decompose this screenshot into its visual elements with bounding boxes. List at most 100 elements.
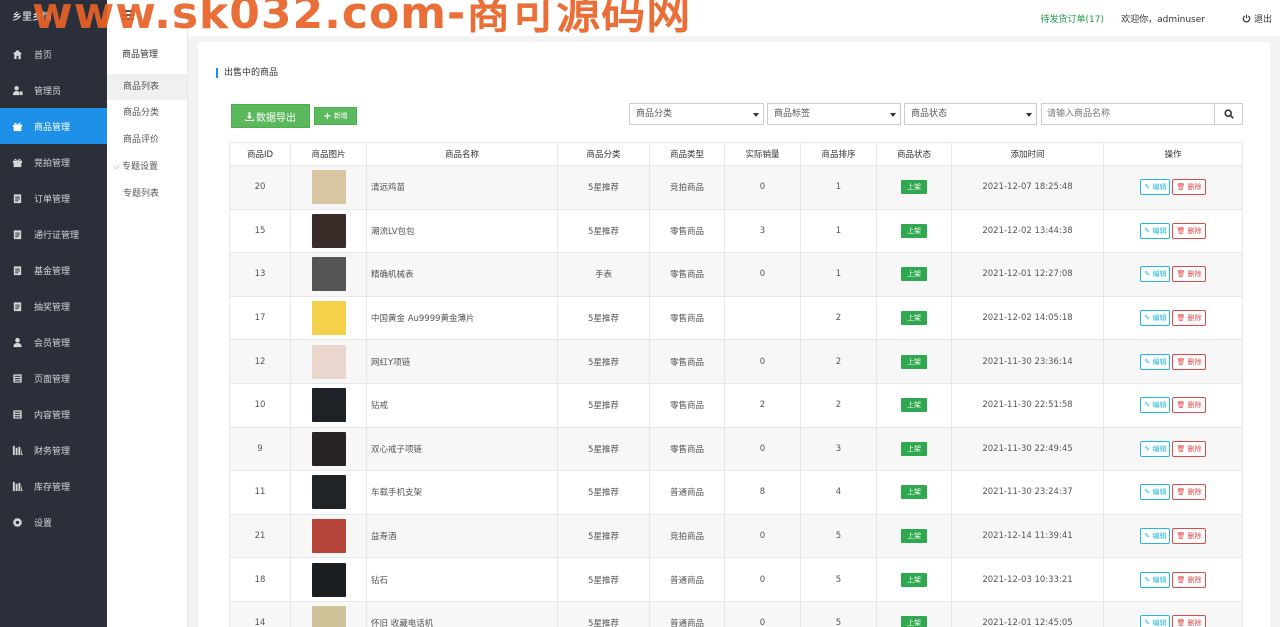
cell-time: 2021-12-02 13:44:38	[951, 208, 1104, 254]
delete-button[interactable]: 🗑 删除	[1172, 397, 1206, 414]
delete-button[interactable]: 🗑 删除	[1172, 571, 1206, 588]
delete-button[interactable]: 🗑 删除	[1172, 615, 1206, 627]
edit-button[interactable]: ✎ 编辑	[1140, 440, 1171, 457]
cell-type: 竞拍商品	[649, 165, 725, 210]
cell-status: 上架	[876, 165, 952, 210]
submenu-item-4[interactable]: 专题列表	[107, 181, 187, 207]
pencil-icon: ✎	[1144, 401, 1151, 410]
sidebar-item-label: 订单管理	[34, 194, 71, 205]
edit-button[interactable]: ✎ 编辑	[1140, 615, 1171, 627]
logout-button[interactable]: 退出	[1242, 12, 1272, 25]
bank-icon	[12, 445, 23, 456]
edit-label: 编辑	[1152, 532, 1167, 541]
submenu-item-3[interactable]: ⌵ 专题设置	[107, 154, 187, 180]
submenu-item-2[interactable]: 商品评价	[107, 127, 187, 153]
sidebar-item-4[interactable]: 订单管理	[0, 180, 107, 216]
sidebar-item-7[interactable]: 抽奖管理	[0, 288, 107, 324]
delete-button[interactable]: 🗑 删除	[1172, 222, 1206, 239]
sidebar-item-6[interactable]: 基金管理	[0, 252, 107, 288]
search-button[interactable]	[1214, 103, 1243, 125]
submenu-item-label: 商品列表	[123, 82, 160, 92]
table-row: 17 中国黄金 Au9999黄金薄片 5星推荐 零售商品 2 上架 2021-12-02 1…	[229, 295, 1243, 341]
sidebar-item-12[interactable]: 库存管理	[0, 468, 107, 504]
cell-sort: 5	[800, 600, 877, 627]
gift-icon	[12, 157, 23, 168]
edit-button[interactable]: ✎ 编辑	[1140, 266, 1171, 283]
tag-select-value: 商品标签	[774, 109, 811, 119]
sidebar-item-0[interactable]: 首页	[0, 36, 107, 72]
edit-button[interactable]: ✎ 编辑	[1140, 222, 1171, 239]
column-header: 实际销量	[724, 142, 801, 166]
cell-actions: ✎ 编辑 🗑 删除	[1103, 513, 1243, 559]
trash-icon: 🗑	[1176, 444, 1186, 453]
sidebar-item-5[interactable]: 通行证管理	[0, 216, 107, 252]
cell-name: 网红Y项链	[366, 339, 558, 384]
pencil-icon: ✎	[1144, 444, 1151, 453]
cell-name: 双心戒子项链	[366, 426, 558, 472]
edit-label: 编辑	[1152, 314, 1167, 323]
delete-label: 删除	[1187, 357, 1202, 366]
edit-button[interactable]: ✎ 编辑	[1140, 484, 1171, 501]
sidebar-item-2[interactable]: 商品管理	[0, 108, 107, 144]
export-button[interactable]: 数据导出	[231, 104, 310, 128]
pencil-icon: ✎	[1144, 357, 1151, 366]
trash-icon: 🗑	[1176, 488, 1186, 497]
sidebar-item-3[interactable]: 竞拍管理	[0, 144, 107, 180]
delete-button[interactable]: 🗑 删除	[1172, 528, 1206, 545]
cell-id: 9	[229, 426, 291, 472]
chevron-down-icon: ⌵	[113, 162, 120, 172]
submenu-item-0[interactable]: 商品列表	[107, 74, 187, 100]
sidebar-item-8[interactable]: 会员管理	[0, 324, 107, 360]
pending-orders-link[interactable]: 待发货订单(17)	[1041, 12, 1105, 25]
cell-id: 20	[229, 165, 291, 210]
sidebar-item-label: 设置	[34, 518, 53, 529]
sidebar-item-1[interactable]: 管理员	[0, 72, 107, 108]
tag-select[interactable]: 商品标签	[767, 103, 901, 125]
user-icon	[12, 337, 23, 348]
status-select[interactable]: 商品状态	[904, 103, 1037, 125]
sidebar-item-label: 管理员	[34, 86, 62, 97]
edit-button[interactable]: ✎ 编辑	[1140, 571, 1171, 588]
cell-name: 怀旧 收藏电话机	[366, 600, 558, 627]
delete-button[interactable]: 🗑 删除	[1172, 484, 1206, 501]
search-input[interactable]	[1041, 103, 1215, 125]
cell-sort: 1	[800, 252, 877, 297]
pencil-icon: ✎	[1144, 183, 1151, 192]
edit-label: 编辑	[1152, 401, 1167, 410]
clipboard-icon	[12, 193, 23, 204]
column-header: 商品名称	[366, 142, 558, 166]
edit-button[interactable]: ✎ 编辑	[1140, 528, 1171, 545]
table-row: 12 网红Y项链 5星推荐 零售商品 0 2 上架 2021-11-30 23:36:14 ✎ …	[229, 339, 1243, 384]
delete-button[interactable]: 🗑 删除	[1172, 179, 1206, 196]
column-header: 商品分类	[557, 142, 650, 166]
sidebar-item-11[interactable]: 财务管理	[0, 432, 107, 468]
table-row: 11 车载手机支架 5星推荐 普通商品 8 4 上架 2021-11-30 23:24:37 ✎…	[229, 470, 1243, 515]
sidebar-item-9[interactable]: 页面管理	[0, 360, 107, 396]
cell-time: 2021-12-02 14:05:18	[951, 295, 1104, 341]
cell-name: 车载手机支架	[366, 470, 558, 515]
delete-button[interactable]: 🗑 删除	[1172, 310, 1206, 327]
cell-status: 上架	[876, 208, 952, 254]
edit-button[interactable]: ✎ 编辑	[1140, 310, 1171, 327]
edit-button[interactable]: ✎ 编辑	[1140, 397, 1171, 414]
delete-button[interactable]: 🗑 删除	[1172, 353, 1206, 370]
sidebar-item-13[interactable]: 设置	[0, 504, 107, 540]
cell-actions: ✎ 编辑 🗑 删除	[1103, 470, 1243, 515]
edit-label: 编辑	[1152, 619, 1167, 627]
caret-down-icon	[753, 113, 759, 117]
sidebar-item-label: 页面管理	[34, 374, 71, 385]
sidebar-item-label: 财务管理	[34, 446, 71, 457]
cell-category: 5星推荐	[557, 382, 650, 428]
column-header: 商品排序	[800, 142, 877, 166]
edit-button[interactable]: ✎ 编辑	[1140, 353, 1171, 370]
cell-name: 清远鸡苗	[366, 165, 558, 210]
delete-label: 删除	[1187, 532, 1202, 541]
sidebar-item-10[interactable]: 内容管理	[0, 396, 107, 432]
edit-button[interactable]: ✎ 编辑	[1140, 179, 1171, 196]
add-button[interactable]: + 新增	[314, 107, 357, 125]
category-select[interactable]: 商品分类	[629, 103, 764, 125]
submenu-item-1[interactable]: 商品分类	[107, 100, 187, 126]
delete-button[interactable]: 🗑 删除	[1172, 266, 1206, 283]
delete-button[interactable]: 🗑 删除	[1172, 440, 1206, 457]
table-row: 18 钻石 5星推荐 普通商品 0 5 上架 2021-12-03 10:33:21 ✎ 编辑 🗑…	[229, 557, 1243, 602]
